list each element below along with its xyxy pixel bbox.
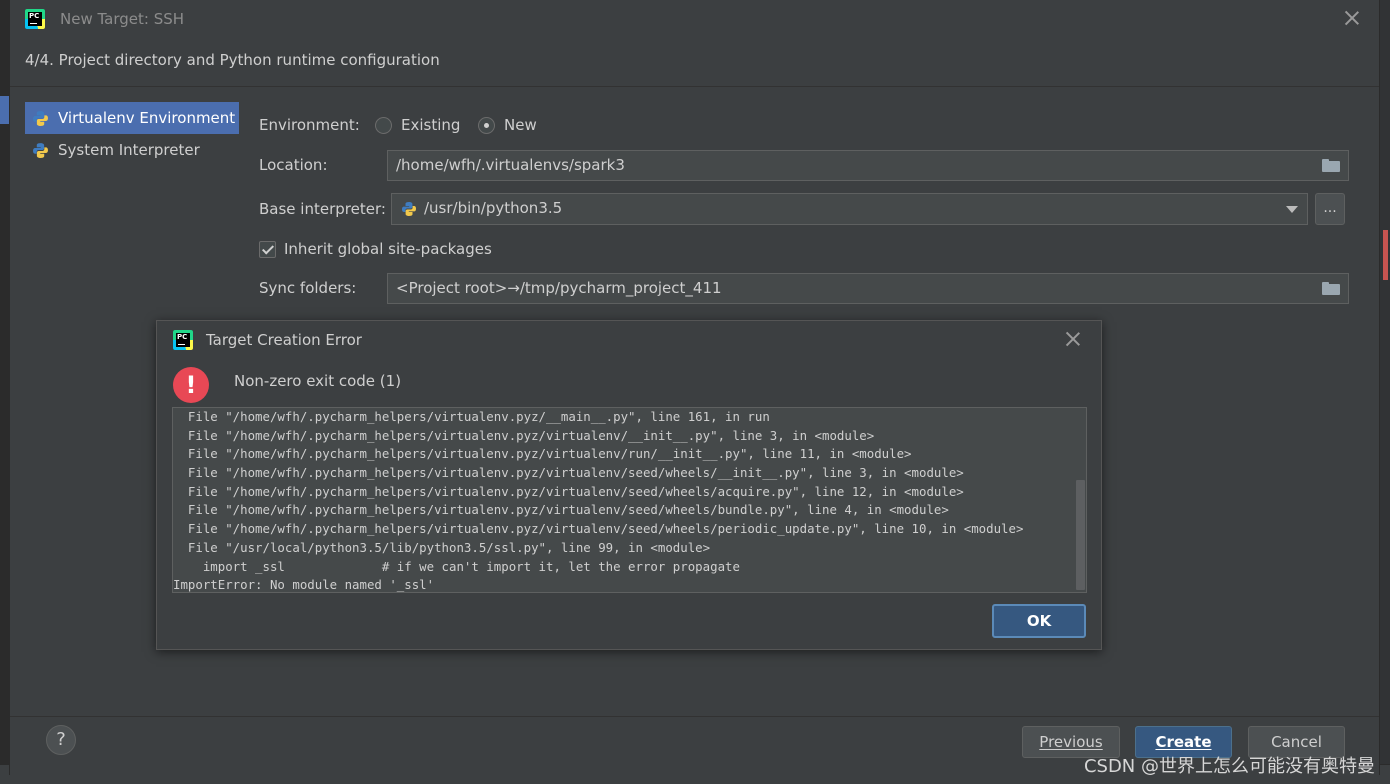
inherit-site-packages-checkbox[interactable]: [259, 241, 276, 258]
traceback-line: File "/home/wfh/.pycharm_helpers/virtual…: [173, 465, 964, 481]
env-item-label: System Interpreter: [58, 141, 200, 159]
previous-button-label: Previous: [1039, 733, 1103, 751]
base-interpreter-combo[interactable]: /usr/bin/python3.5: [391, 193, 1308, 225]
traceback-line: File "/home/wfh/.pycharm_helpers/virtual…: [173, 446, 912, 462]
chevron-down-icon[interactable]: [1286, 206, 1298, 213]
traceback-line: File "/home/wfh/.pycharm_helpers/virtual…: [173, 521, 1024, 537]
base-interpreter-value: /usr/bin/python3.5: [424, 199, 563, 217]
error-dialog-title: Target Creation Error: [206, 331, 362, 349]
traceback-line: File "/home/wfh/.pycharm_helpers/virtual…: [173, 502, 949, 518]
traceback-line: File "/home/wfh/.pycharm_helpers/virtual…: [173, 409, 770, 424]
ide-background-right-strip: [1380, 0, 1390, 784]
header-divider: [10, 86, 1379, 87]
radio-new[interactable]: [478, 117, 495, 134]
location-label: Location:: [259, 156, 328, 174]
browse-folder-icon[interactable]: [1322, 282, 1340, 295]
dialog-title: New Target: SSH: [60, 10, 185, 28]
sync-folders-value: <Project root>→/tmp/pycharm_project_411: [396, 279, 722, 297]
browse-interpreter-button[interactable]: ...: [1315, 193, 1345, 225]
radio-existing[interactable]: [375, 117, 392, 134]
location-value: /home/wfh/.virtualenvs/spark3: [396, 156, 625, 174]
env-item-system-interpreter[interactable]: System Interpreter: [25, 134, 239, 166]
ok-button[interactable]: OK: [992, 604, 1086, 638]
step-header: 4/4. Project directory and Python runtim…: [25, 51, 440, 69]
base-interpreter-label: Base interpreter:: [259, 200, 386, 218]
target-creation-error-dialog: PC Target Creation Error ! Non-zero exit…: [156, 320, 1102, 650]
error-traceback-textarea[interactable]: File "/home/wfh/.pycharm_helpers/virtual…: [172, 407, 1087, 593]
traceback-line: File "/home/wfh/.pycharm_helpers/virtual…: [173, 483, 964, 499]
python-icon: [33, 143, 48, 158]
footer-divider: [10, 716, 1379, 717]
traceback-line: ImportError: No module named '_ssl': [173, 577, 435, 593]
dialog-titlebar: PC New Target: SSH: [10, 0, 1379, 38]
traceback-line: File "/usr/local/python3.5/lib/python3.5…: [173, 539, 711, 555]
location-field[interactable]: /home/wfh/.virtualenvs/spark3: [387, 150, 1349, 181]
error-dialog-close-icon[interactable]: [1065, 331, 1081, 347]
error-icon: !: [173, 367, 209, 403]
pycharm-logo-icon: PC: [25, 9, 45, 29]
sync-folders-field[interactable]: <Project root>→/tmp/pycharm_project_411: [387, 273, 1349, 304]
sync-folders-label: Sync folders:: [259, 279, 357, 297]
traceback-scrollbar[interactable]: [1076, 480, 1085, 590]
environment-label: Environment:: [259, 116, 360, 134]
error-message: Non-zero exit code (1): [234, 372, 402, 390]
python-icon: [33, 111, 48, 126]
create-button-label: Create: [1155, 733, 1212, 751]
radio-existing-label[interactable]: Existing: [401, 116, 460, 134]
env-item-label: Virtualenv Environment: [58, 109, 236, 127]
traceback-line: File "/home/wfh/.pycharm_helpers/virtual…: [173, 427, 875, 443]
csdn-watermark: CSDN @世界上怎么可能没有奥特曼: [1083, 756, 1375, 777]
dialog-close-icon[interactable]: [1344, 10, 1360, 26]
ide-background-left-strip: [0, 0, 9, 784]
environment-type-list: Virtualenv Environment System Interprete…: [25, 102, 239, 166]
inherit-site-packages-label[interactable]: Inherit global site-packages: [284, 240, 492, 258]
env-item-virtualenv[interactable]: Virtualenv Environment: [25, 102, 239, 134]
radio-new-label[interactable]: New: [504, 116, 537, 134]
help-button[interactable]: ?: [46, 725, 76, 755]
traceback-line: import _ssl # if we can't import it, let…: [173, 558, 740, 574]
ide-tab-accent: [0, 96, 9, 124]
browse-folder-icon[interactable]: [1322, 159, 1340, 172]
python-icon: [402, 202, 416, 216]
ide-error-stripe-mark: [1383, 230, 1388, 280]
pycharm-logo-icon: PC: [173, 330, 193, 350]
